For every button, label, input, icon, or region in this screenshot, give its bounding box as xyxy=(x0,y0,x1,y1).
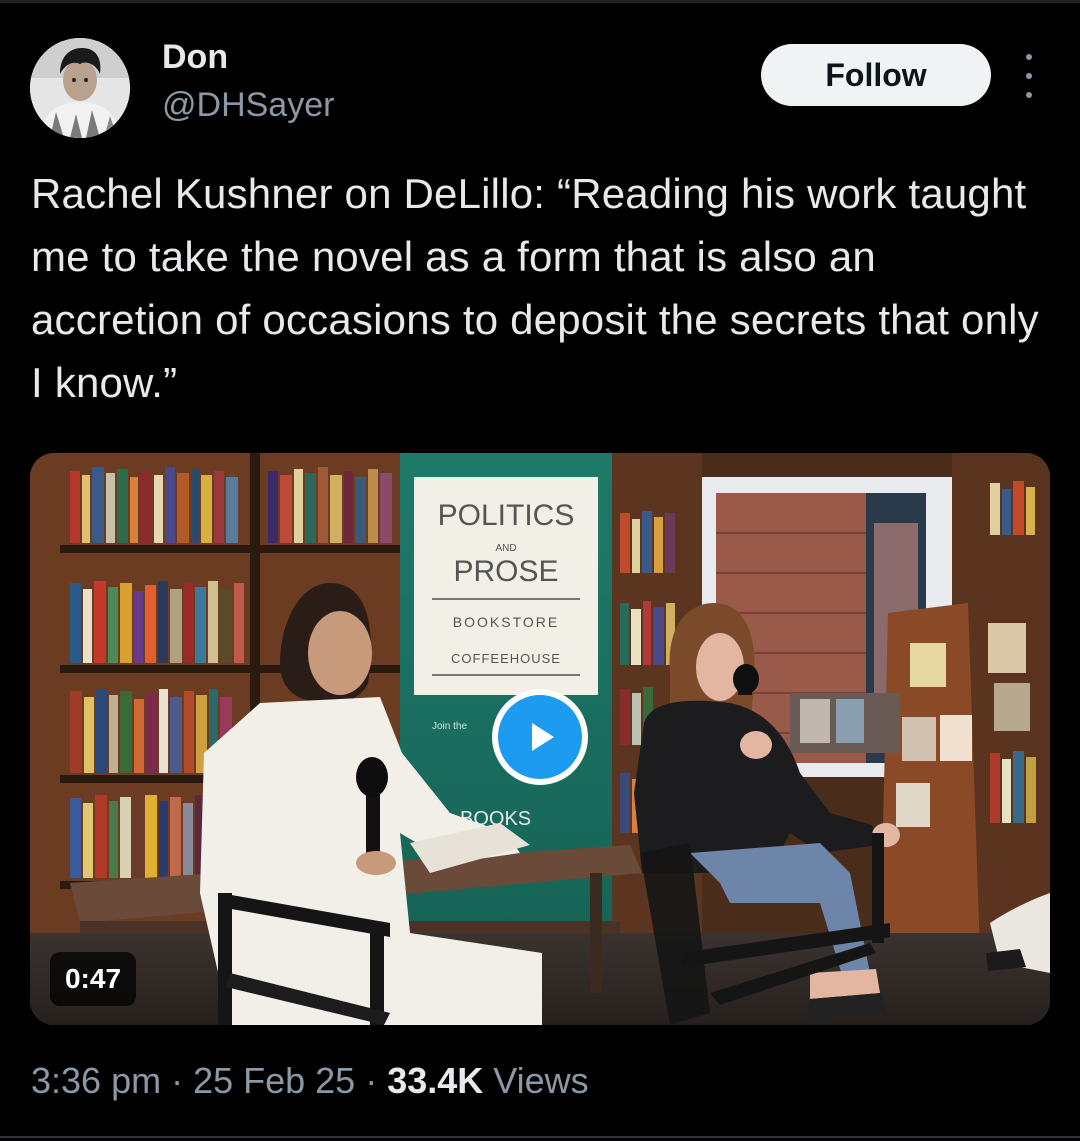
top-divider xyxy=(0,0,1080,3)
more-vertical-icon[interactable] xyxy=(1014,54,1044,98)
meta-separator: · xyxy=(161,1060,194,1101)
tweet-date[interactable]: 25 Feb 25 xyxy=(193,1060,355,1101)
video-duration: 0:47 xyxy=(50,952,136,1006)
more-dot xyxy=(1026,54,1032,60)
banner-line4: BOOKSTORE xyxy=(453,614,559,630)
banner-line2: AND xyxy=(495,543,516,554)
tweet-time[interactable]: 3:36 pm xyxy=(31,1060,161,1101)
bottom-divider xyxy=(0,1136,1080,1138)
tweet-text: Rachel Kushner on DeLillo: “Reading his … xyxy=(31,170,1039,406)
more-dot xyxy=(1026,73,1032,79)
meta-separator: · xyxy=(355,1060,388,1101)
avatar[interactable] xyxy=(30,38,130,138)
banner-line1: POLITICS xyxy=(438,499,575,532)
play-triangle xyxy=(532,723,554,751)
follow-button[interactable]: Follow xyxy=(761,44,991,106)
banner-line3: PROSE xyxy=(453,555,558,588)
views-count: 33.4K xyxy=(387,1060,484,1101)
banner-line5: COFFEEHOUSE xyxy=(451,651,561,666)
banner-line6: Join the xyxy=(432,721,467,732)
play-icon[interactable] xyxy=(492,689,588,785)
views-label: Views xyxy=(483,1060,589,1101)
author-name[interactable]: Don xyxy=(162,38,228,77)
more-dot xyxy=(1026,92,1032,98)
author-handle[interactable]: @DHSayer xyxy=(162,86,334,125)
tweet-meta: 3:36 pm · 25 Feb 25 · 33.4K Views xyxy=(31,1060,589,1102)
